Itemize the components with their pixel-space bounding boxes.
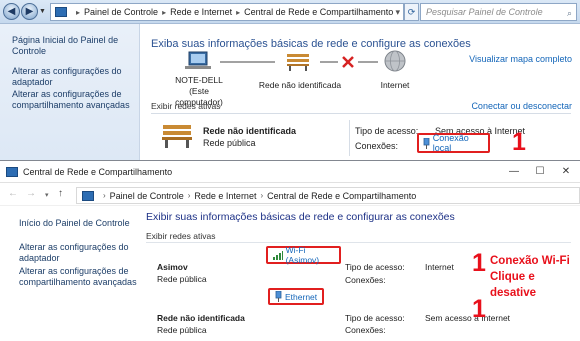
forward-button[interactable]: ▶ bbox=[21, 3, 38, 20]
breadcrumb[interactable]: › Painel de Controle › Rede e Internet ›… bbox=[76, 187, 580, 204]
address-bar-area: ◀ ▶ ▼ ▸ Painel de Controle ▸ Rede e Inte… bbox=[0, 0, 580, 24]
chevron-down-icon[interactable]: ▾ bbox=[395, 7, 400, 18]
access-type-label: Tipo de acesso: bbox=[355, 126, 419, 136]
access-type-label: Tipo de acesso: bbox=[345, 262, 405, 272]
active-networks-label: Exibir redes ativas bbox=[146, 231, 216, 241]
breadcrumb-item[interactable]: Painel de Controle bbox=[110, 191, 184, 201]
annotation-text: Conexão Wi-Fi Clique e desative bbox=[490, 255, 570, 299]
network-type: Rede pública bbox=[157, 325, 207, 335]
annotation-number: 1 bbox=[512, 128, 526, 156]
win7-network-center-window: ◀ ▶ ▼ ▸ Painel de Controle ▸ Rede e Inte… bbox=[0, 0, 580, 160]
divider bbox=[349, 120, 350, 156]
access-type-label: Tipo de acesso: bbox=[345, 313, 405, 323]
divider bbox=[151, 113, 571, 114]
ethernet-icon bbox=[275, 291, 282, 302]
page-title: Exibir suas informações básicas de rede … bbox=[146, 211, 455, 223]
back-button[interactable]: ◀ bbox=[3, 3, 20, 20]
chevron-right-icon[interactable]: ▸ bbox=[162, 8, 166, 17]
chevron-right-icon[interactable]: ▸ bbox=[76, 8, 80, 17]
control-panel-icon bbox=[6, 167, 18, 177]
sidebar-item-sharing-settings[interactable]: Alterar as configurações de compartilham… bbox=[12, 89, 137, 111]
chevron-right-icon[interactable]: › bbox=[103, 191, 106, 200]
search-placeholder: Pesquisar Painel de Controle bbox=[426, 7, 543, 17]
sidebar: Página Inicial do Painel de Controle Alt… bbox=[0, 24, 140, 160]
local-connection-highlight[interactable]: Conexão local bbox=[417, 133, 490, 153]
chevron-right-icon[interactable]: › bbox=[188, 191, 191, 200]
wifi-connection-link[interactable]: Wi-Fi (Asimov) bbox=[286, 245, 339, 265]
chevron-right-icon[interactable]: › bbox=[260, 191, 263, 200]
title-bar: Central de Rede e Compartilhamento — ☐ ✕ bbox=[0, 161, 580, 183]
control-panel-icon bbox=[82, 190, 94, 201]
window-title: Central de Rede e Compartilhamento bbox=[23, 167, 173, 177]
access-type-value: Sem acesso à Internet bbox=[425, 313, 511, 323]
close-button[interactable]: ✕ bbox=[556, 163, 576, 181]
sidebar: Início do Painel de Controle Alterar as … bbox=[0, 206, 137, 341]
breadcrumb-item[interactable]: Painel de Controle bbox=[84, 7, 158, 17]
back-arrow-icon[interactable]: ← bbox=[8, 188, 18, 199]
wifi-connection-highlight[interactable]: Wi-Fi (Asimov) bbox=[266, 245, 341, 265]
refresh-button[interactable]: ⟳ bbox=[404, 3, 419, 21]
ethernet-icon bbox=[423, 137, 430, 149]
minimize-button[interactable]: — bbox=[504, 163, 524, 181]
sidebar-item-sharing-settings[interactable]: Alterar as configurações de compartilham… bbox=[19, 266, 137, 288]
network-type: Rede pública bbox=[203, 138, 256, 148]
breadcrumb[interactable]: ▸ Painel de Controle ▸ Rede e Internet ▸… bbox=[50, 3, 404, 21]
history-dropdown-icon[interactable]: ▼ bbox=[39, 8, 46, 15]
access-type-value: Internet bbox=[425, 262, 454, 272]
bench-network-icon bbox=[162, 125, 192, 148]
active-networks-label: Exibir redes ativas bbox=[151, 101, 221, 111]
computer-icon[interactable] bbox=[185, 51, 211, 69]
sidebar-item-adapter-settings[interactable]: Alterar as configurações do adaptador bbox=[19, 242, 131, 264]
network-label: Rede não identificada bbox=[258, 80, 342, 90]
breadcrumb-item[interactable]: Rede e Internet bbox=[170, 7, 232, 17]
chevron-right-icon[interactable]: ▸ bbox=[236, 8, 240, 17]
forward-arrow-icon[interactable]: → bbox=[26, 188, 36, 199]
up-arrow-icon[interactable]: ↑ bbox=[58, 188, 63, 199]
maximize-button[interactable]: ☐ bbox=[530, 163, 550, 181]
network-name: Rede não identificada bbox=[203, 126, 297, 136]
breadcrumb-item[interactable]: Central de Rede e Compartilhamento bbox=[244, 7, 393, 17]
connections-label: Conexões: bbox=[345, 325, 386, 335]
ethernet-connection-link[interactable]: Ethernet bbox=[285, 292, 317, 302]
globe-icon[interactable] bbox=[384, 50, 406, 72]
history-dropdown-icon[interactable]: ▾ bbox=[45, 191, 49, 199]
network-type: Rede pública bbox=[157, 274, 207, 284]
network-name: Asimov bbox=[157, 262, 188, 272]
bench-network-icon[interactable] bbox=[287, 54, 309, 71]
search-icon[interactable]: ⌕ bbox=[567, 5, 572, 21]
local-connection-link[interactable]: Conexão local bbox=[433, 133, 488, 153]
sidebar-item-adapter-settings[interactable]: Alterar as configurações do adaptador bbox=[12, 66, 137, 88]
connect-disconnect-link[interactable]: Conectar ou desconectar bbox=[471, 101, 572, 111]
sidebar-item-home[interactable]: Início do Painel de Controle bbox=[19, 218, 144, 229]
wifi-signal-icon bbox=[273, 250, 283, 260]
sidebar-item-home[interactable]: Página Inicial do Painel de Controle bbox=[12, 35, 137, 57]
connections-label: Conexões: bbox=[345, 275, 386, 285]
address-bar-area: ← → ▾ ↑ › Painel de Controle › Rede e In… bbox=[0, 184, 580, 206]
breadcrumb-item[interactable]: Central de Rede e Compartilhamento bbox=[267, 191, 416, 201]
breadcrumb-item[interactable]: Rede e Internet bbox=[194, 191, 256, 201]
ethernet-connection-highlight[interactable]: Ethernet bbox=[268, 288, 324, 305]
win10-network-center-window: Central de Rede e Compartilhamento — ☐ ✕… bbox=[0, 160, 580, 341]
red-x-icon bbox=[342, 56, 354, 68]
control-panel-icon bbox=[55, 7, 67, 17]
annotation-number: 1 bbox=[472, 295, 486, 323]
internet-label: Internet bbox=[380, 80, 410, 90]
network-name: Rede não identificada bbox=[157, 313, 245, 323]
annotation-number: 1 bbox=[472, 249, 486, 277]
search-input[interactable]: Pesquisar Painel de Controle ⌕ bbox=[420, 3, 577, 21]
divider bbox=[146, 242, 571, 243]
connections-label: Conexões: bbox=[355, 141, 399, 151]
